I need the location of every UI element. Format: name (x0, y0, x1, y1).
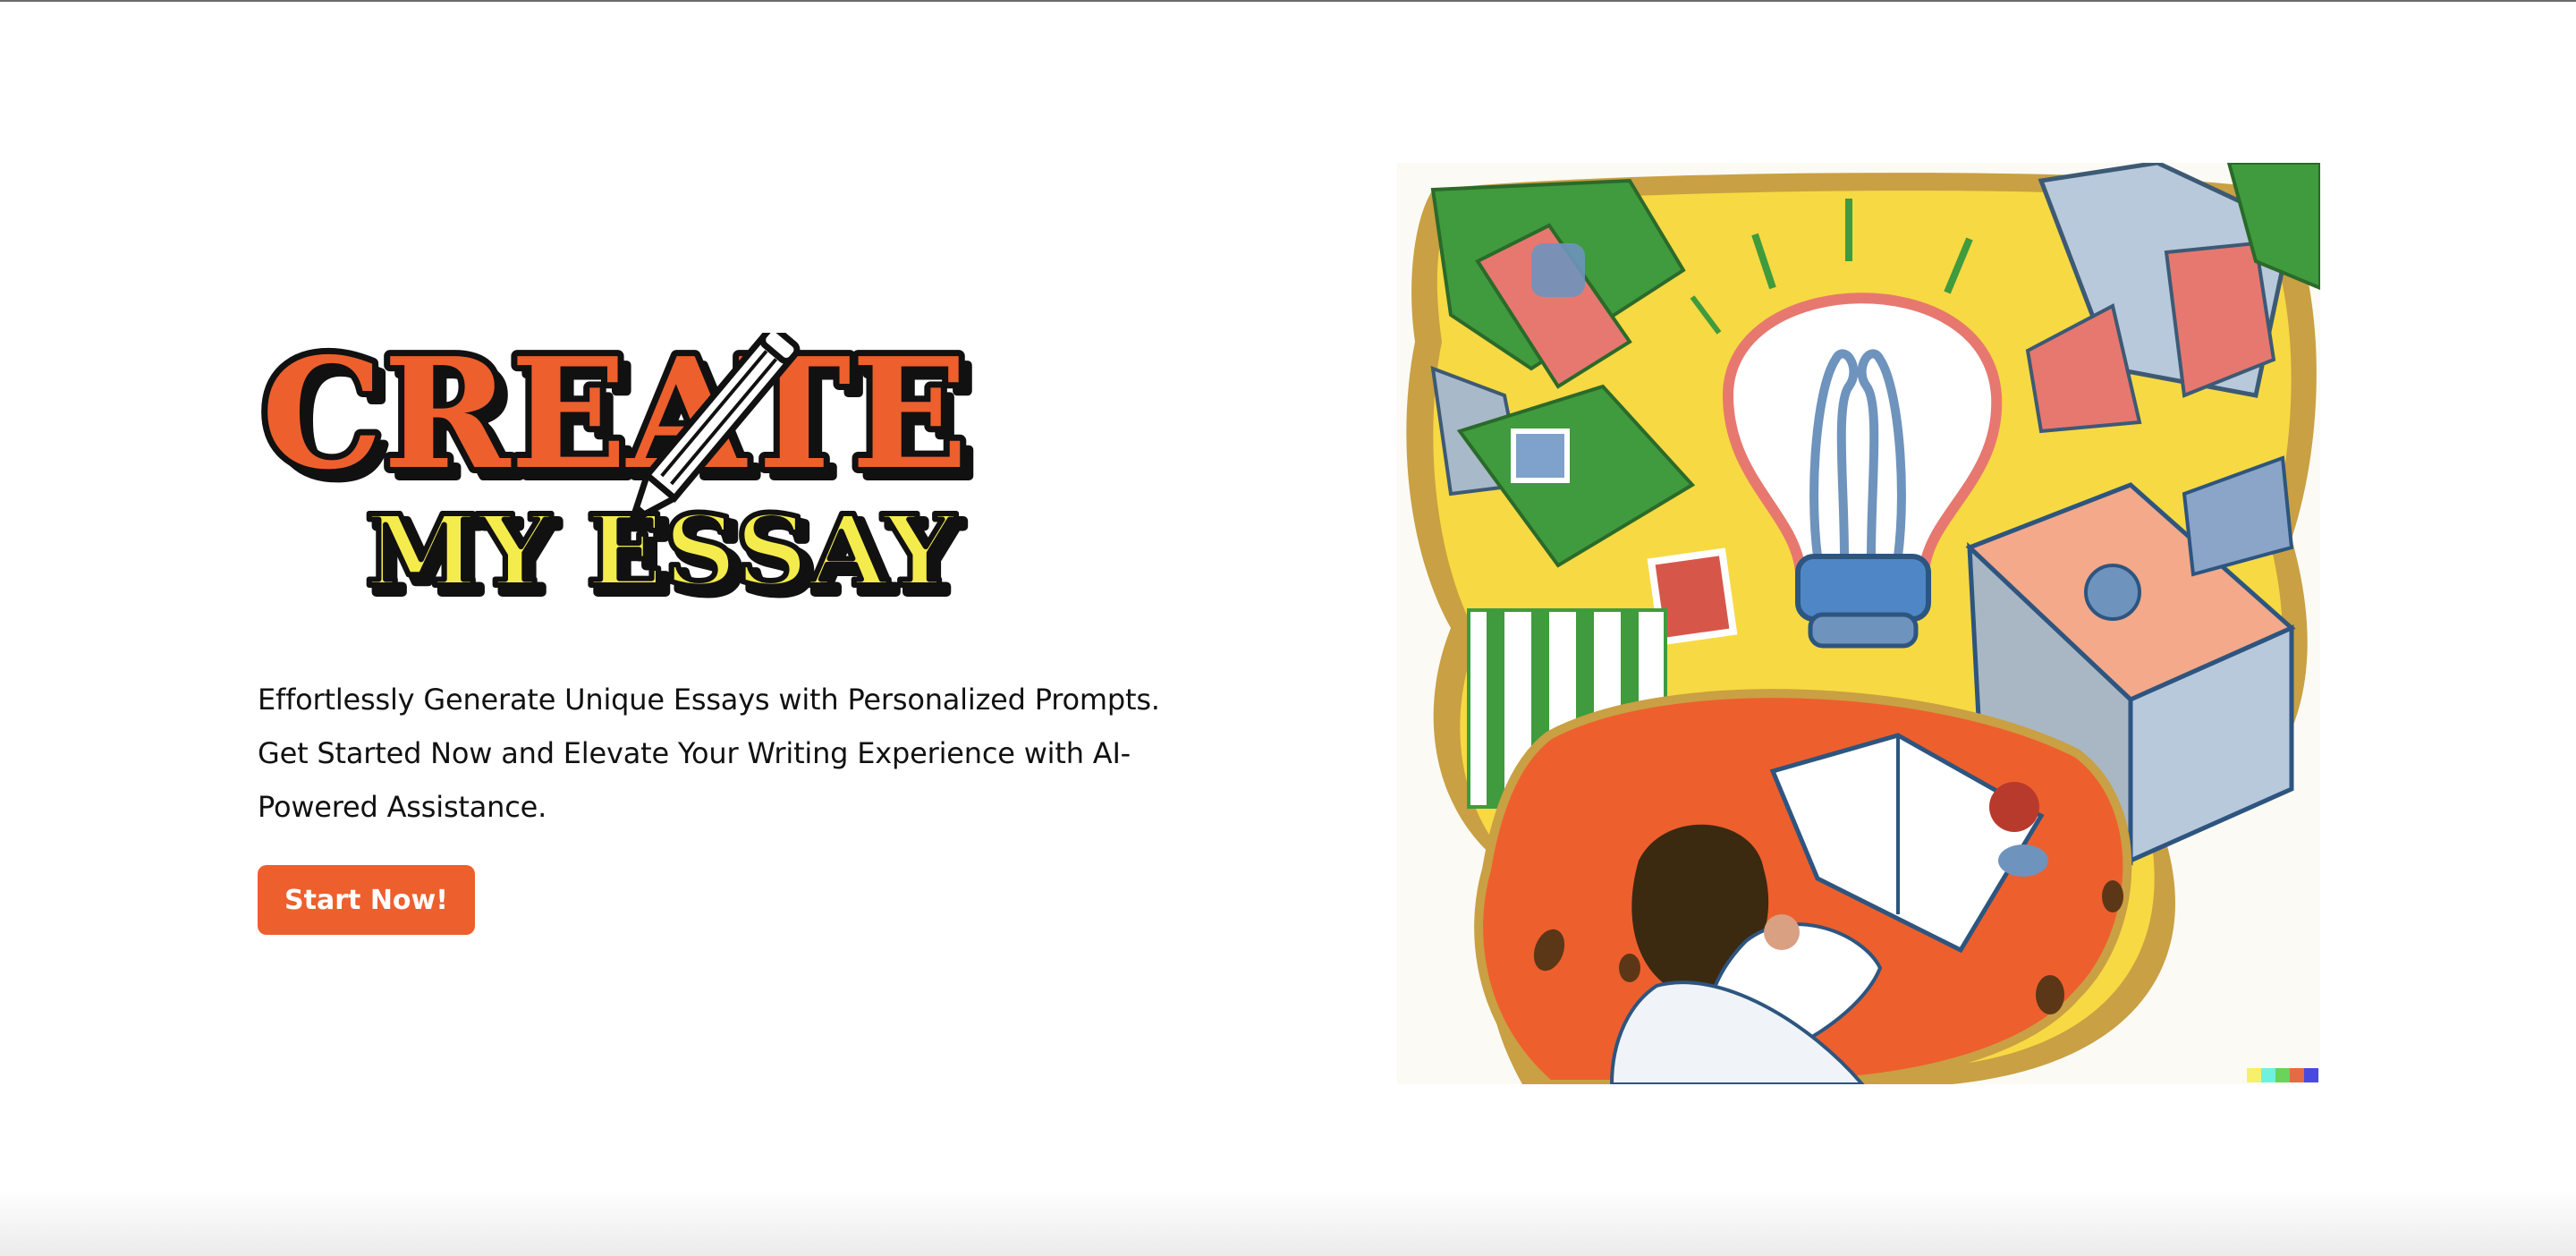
window-top-border (0, 0, 2576, 2)
essay-writing-illustration (1406, 163, 2320, 1084)
create-my-essay-logo: CREATE CREATE CREATE MY ESSAY MY ESSAY (261, 333, 986, 601)
start-now-button[interactable]: Start Now! (258, 865, 475, 935)
logo-graphic: CREATE CREATE CREATE MY ESSAY MY ESSAY (261, 333, 981, 601)
hero-description: Effortlessly Generate Unique Essays with… (258, 683, 1160, 824)
hero-illustration (1397, 163, 2320, 1084)
logo-line2: MY ESSAY (365, 493, 957, 601)
window-bottom-shadow (0, 1190, 2576, 1256)
logo-line1: CREATE (261, 333, 968, 504)
color-strip-watermark (2247, 1068, 2318, 1082)
